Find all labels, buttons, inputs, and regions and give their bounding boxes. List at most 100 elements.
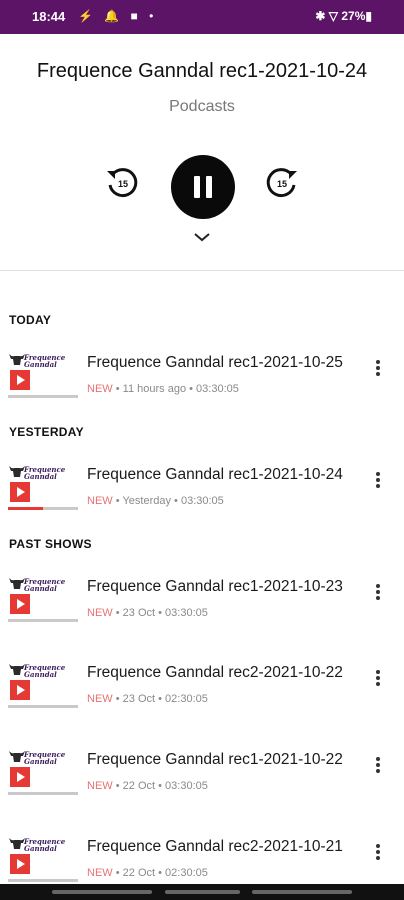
play-icon[interactable] <box>10 767 30 787</box>
artwork-logo-text: Frequence Ganndal <box>24 466 65 480</box>
episode-artwork[interactable]: Frequence Ganndal <box>8 464 78 510</box>
artwork-logo-text: Frequence Ganndal <box>24 751 65 765</box>
new-badge: NEW <box>87 780 113 792</box>
now-playing-subtitle: Podcasts <box>169 98 235 115</box>
more-vert-icon[interactable] <box>372 358 384 380</box>
artwork-logo-text: Frequence Ganndal <box>24 838 65 852</box>
episode-progress <box>8 507 78 510</box>
episode-title[interactable]: Frequence Ganndal rec2-2021-10-21 <box>87 838 343 856</box>
now-playing-panel: Frequence Ganndal rec1-2021-10-24 Podcas… <box>0 34 404 271</box>
episode-row[interactable]: Frequence Ganndal Frequence Ganndal rec1… <box>0 340 404 416</box>
episode-title[interactable]: Frequence Ganndal rec2-2021-10-22 <box>87 664 343 682</box>
section-today: TODAY <box>9 313 52 327</box>
episode-title[interactable]: Frequence Ganndal rec1-2021-10-25 <box>87 354 343 372</box>
meta-separator: • <box>115 867 123 879</box>
episode-progress <box>8 879 78 882</box>
episode-meta: NEW • 22 Oct • 03:30:05 <box>87 780 208 792</box>
artwork-logo-line: Ganndal <box>24 757 57 766</box>
new-badge: NEW <box>87 383 113 395</box>
episode-meta: NEW • 23 Oct • 02:30:05 <box>87 693 208 705</box>
episode-meta: NEW • 22 Oct • 02:30:05 <box>87 867 208 879</box>
episode-artwork[interactable]: Frequence Ganndal <box>8 352 78 398</box>
forward-label: 15 <box>277 179 287 189</box>
play-icon[interactable] <box>10 482 30 502</box>
meta-separator: • <box>189 383 197 395</box>
meta-separator: • <box>115 607 123 619</box>
episode-meta: NEW • 23 Oct • 03:30:05 <box>87 607 208 619</box>
artwork-logo-line: Ganndal <box>24 584 57 593</box>
meta-separator: • <box>115 693 123 705</box>
episode-title[interactable]: Frequence Ganndal rec1-2021-10-22 <box>87 751 343 769</box>
meta-separator: • <box>158 780 166 792</box>
artwork-logo-line: Ganndal <box>24 670 57 679</box>
meta-separator: • <box>158 607 166 619</box>
episode-duration: 03:30:05 <box>180 495 224 507</box>
artwork-logo-text: Frequence Ganndal <box>24 578 65 592</box>
episode-date: 22 Oct <box>122 780 156 792</box>
episode-artwork[interactable]: Frequence Ganndal <box>8 576 78 622</box>
episode-date: 22 Oct <box>122 867 156 879</box>
episode-date: 23 Oct <box>122 607 156 619</box>
status-bar: 18:44 ⚡ 🔔 ■ • ✱ ▽ 27%▮ <box>0 0 404 34</box>
pause-button[interactable] <box>171 155 235 219</box>
meta-separator: • <box>115 383 123 395</box>
new-badge: NEW <box>87 693 113 705</box>
episode-duration: 03:30:05 <box>165 780 208 792</box>
episode-row[interactable]: Frequence Ganndal Frequence Ganndal rec1… <box>0 452 404 528</box>
pause-icon <box>194 176 200 198</box>
rewind-label: 15 <box>118 179 128 189</box>
status-time: 18:44 <box>32 9 66 24</box>
episode-meta: NEW • 11 hours ago • 03:30:05 <box>87 383 239 395</box>
episode-row[interactable]: Frequence Ganndal Frequence Ganndal rec1… <box>0 564 404 640</box>
more-vert-icon[interactable] <box>372 755 384 777</box>
episode-row[interactable]: Frequence Ganndal Frequence Ganndal rec2… <box>0 650 404 726</box>
more-vert-icon[interactable] <box>372 470 384 492</box>
more-vert-icon[interactable] <box>372 582 384 604</box>
artwork-logo-line: Ganndal <box>24 844 57 853</box>
nav-back[interactable] <box>252 890 352 894</box>
now-playing-title: Frequence Ganndal rec1-2021-10-24 <box>36 60 368 82</box>
episode-artwork[interactable]: Frequence Ganndal <box>8 662 78 708</box>
episode-row[interactable]: Frequence Ganndal Frequence Ganndal rec1… <box>0 737 404 813</box>
nav-recents[interactable] <box>52 890 152 894</box>
new-badge: NEW <box>87 867 113 879</box>
episode-progress <box>8 705 78 708</box>
episode-duration: 03:30:05 <box>196 383 239 395</box>
episode-title[interactable]: Frequence Ganndal rec1-2021-10-23 <box>87 578 343 596</box>
meta-separator: • <box>115 780 123 792</box>
rewind-15-icon[interactable]: 15 <box>104 165 140 201</box>
meta-separator: • <box>158 693 166 705</box>
play-icon[interactable] <box>10 594 30 614</box>
artwork-logo-text: Frequence Ganndal <box>24 664 65 678</box>
episode-date: 23 Oct <box>122 693 156 705</box>
system-nav-bar <box>0 884 404 900</box>
episode-progress <box>8 619 78 622</box>
pause-icon-bar <box>206 176 212 198</box>
chevron-down-icon[interactable] <box>190 230 214 244</box>
forward-15-icon[interactable]: 15 <box>264 165 300 201</box>
episode-artwork[interactable]: Frequence Ganndal <box>8 749 78 795</box>
episode-progress <box>8 395 78 398</box>
episode-artwork[interactable]: Frequence Ganndal <box>8 836 78 882</box>
episode-progress <box>8 792 78 795</box>
notification-icons: ⚡ 🔔 ■ • <box>78 9 158 23</box>
artwork-logo-line: Ganndal <box>24 360 57 369</box>
episode-progress-fill <box>8 507 43 510</box>
new-badge: NEW <box>87 607 113 619</box>
episode-duration: 02:30:05 <box>165 867 208 879</box>
more-vert-icon[interactable] <box>372 842 384 864</box>
play-icon[interactable] <box>10 854 30 874</box>
new-badge: NEW <box>87 495 113 507</box>
meta-separator: • <box>174 495 181 507</box>
section-yesterday: YESTERDAY <box>9 425 84 439</box>
nav-home[interactable] <box>165 890 240 894</box>
episode-meta: NEW • Yesterday • 03:30:05 <box>87 495 224 507</box>
episode-date: 11 hours ago <box>122 383 187 395</box>
episode-title[interactable]: Frequence Ganndal rec1-2021-10-24 <box>87 466 343 484</box>
play-icon[interactable] <box>10 680 30 700</box>
more-vert-icon[interactable] <box>372 668 384 690</box>
artwork-logo-text: Frequence Ganndal <box>24 354 65 368</box>
play-icon[interactable] <box>10 370 30 390</box>
artwork-logo-line: Ganndal <box>24 472 57 481</box>
episode-duration: 02:30:05 <box>165 693 208 705</box>
